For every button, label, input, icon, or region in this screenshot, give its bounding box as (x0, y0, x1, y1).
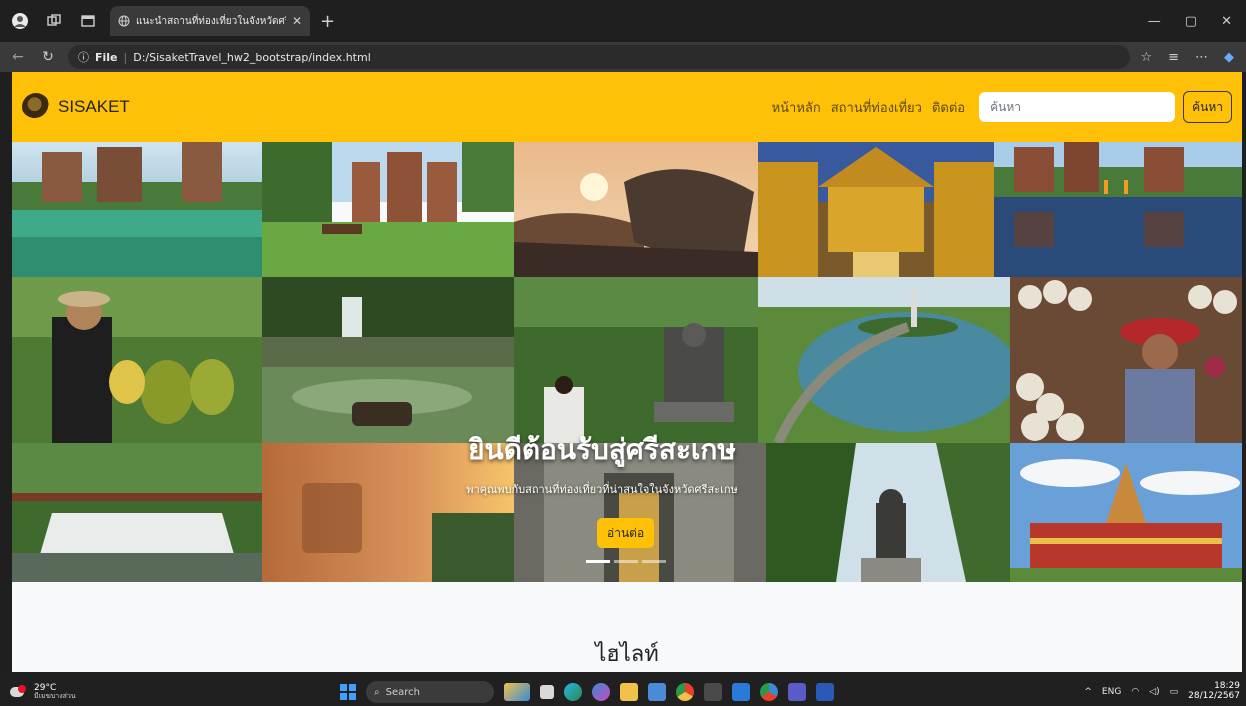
search-input[interactable] (979, 92, 1176, 122)
photo-tile (758, 142, 994, 277)
copilot-icon[interactable]: ◆ (1224, 50, 1234, 65)
wifi-icon[interactable]: ◠ (1131, 687, 1139, 697)
battery-icon[interactable]: ▭ (1170, 687, 1179, 697)
weather-widget[interactable]: 29°C มีเมฆบางส่วน (0, 684, 180, 700)
photo-tile (12, 277, 262, 443)
photo-tile (1010, 277, 1242, 443)
taskbar-search[interactable]: ⌕ Search (366, 681, 494, 703)
weather-icon (10, 685, 28, 699)
restore-icon[interactable]: ▢ (1185, 14, 1197, 29)
brand-logo-icon (22, 93, 50, 121)
word-app-icon[interactable] (816, 683, 834, 701)
address-bar[interactable]: ⓘ File | D:/SisaketTravel_hw2_bootstrap/… (68, 45, 1131, 69)
read-more-button[interactable]: อ่านต่อ (597, 518, 655, 548)
terminal-app-icon[interactable] (704, 683, 722, 701)
windows-start-icon[interactable] (340, 684, 356, 700)
input-language[interactable]: ENG (1102, 687, 1121, 697)
brand-name: SISAKET (58, 97, 130, 116)
globe-icon (118, 15, 130, 27)
search-button[interactable]: ค้นหา (1183, 91, 1232, 123)
chrome-profile-app-icon[interactable] (760, 683, 778, 701)
photo-tile (758, 277, 1010, 443)
nav-link-contact[interactable]: ติดต่อ (932, 97, 965, 118)
photo-tile (262, 277, 514, 443)
edge-app-icon[interactable] (564, 683, 582, 701)
tab-title: แนะนำสถานที่ท่องเที่ยวในจังหวัดศรีสะเกษ (136, 15, 286, 27)
photo-tile (514, 142, 758, 277)
photo-tile (514, 277, 758, 443)
photo-tile (12, 443, 262, 582)
photo-tile (514, 443, 766, 582)
url-separator: | (123, 50, 128, 64)
task-view-icon[interactable] (540, 685, 554, 699)
photo-tile (994, 142, 1242, 277)
store-app-icon[interactable] (648, 683, 666, 701)
photo-tile (766, 443, 1010, 582)
workspaces-icon[interactable] (40, 7, 68, 35)
browser-tab-active[interactable]: แนะนำสถานที่ท่องเที่ยวในจังหวัดศรีสะเกษ … (110, 6, 310, 36)
profile-icon[interactable] (6, 7, 34, 35)
taskbar-search-label: Search (385, 686, 420, 698)
volume-icon[interactable]: ◁) (1149, 687, 1159, 697)
back-icon[interactable]: ← (8, 49, 28, 65)
minimize-icon[interactable]: — (1148, 14, 1161, 29)
chrome-app-icon[interactable] (676, 683, 694, 701)
photo-tile (262, 142, 514, 277)
search-icon: ⌕ (374, 686, 380, 698)
photo-tile (1010, 443, 1242, 582)
site-navbar: SISAKET หน้าหลัก สถานที่ท่องเที่ยว ติดต่… (12, 72, 1242, 142)
close-tab-icon[interactable]: ✕ (292, 14, 302, 28)
system-clock[interactable]: 18:29 28/12/2567 (1188, 681, 1240, 702)
new-tab-icon[interactable]: + (320, 11, 335, 32)
favorite-star-icon[interactable]: ☆ (1140, 50, 1152, 65)
vscode-app-icon[interactable] (732, 683, 750, 701)
hero-carousel: ยินดีต้อนรับสู่ศรีสะเกษ พาคุณพบกับสถานที… (12, 142, 1242, 582)
tray-chevron-icon[interactable]: ^ (1084, 687, 1092, 697)
photo-tile (12, 142, 262, 277)
page-viewport: SISAKET หน้าหลัก สถานที่ท่องเที่ยว ติดต่… (12, 72, 1242, 672)
taskbar: 29°C มีเมฆบางส่วน ⌕ Search ^ ENG ◠ ◁) ▭ … (0, 678, 1246, 706)
url-path: D:/SisaketTravel_hw2_bootstrap/index.htm… (133, 50, 371, 64)
info-icon[interactable]: ⓘ (78, 49, 89, 65)
copilot-app-icon[interactable] (592, 683, 610, 701)
section-heading: ไฮไลท์ (595, 642, 659, 667)
url-scheme: File (95, 50, 118, 64)
widgets-app-icon[interactable] (504, 683, 530, 701)
favorites-list-icon[interactable]: ≡ (1168, 50, 1179, 65)
more-icon[interactable]: ⋯ (1195, 50, 1208, 65)
brand[interactable]: SISAKET (22, 93, 130, 121)
teams-app-icon[interactable] (788, 683, 806, 701)
weather-description: มีเมฆบางส่วน (34, 692, 76, 700)
refresh-icon[interactable]: ↻ (38, 49, 58, 65)
clock-date: 28/12/2567 (1188, 691, 1240, 701)
address-bar-row: ← ↻ ⓘ File | D:/SisaketTravel_hw2_bootst… (0, 42, 1246, 72)
nav-link-attractions[interactable]: สถานที่ท่องเที่ยว (831, 97, 922, 118)
browser-tab-bar: แนะนำสถานที่ท่องเที่ยวในจังหวัดศรีสะเกษ … (0, 0, 1246, 42)
tab-actions-icon[interactable] (74, 7, 102, 35)
photo-tile (262, 443, 514, 582)
file-explorer-icon[interactable] (620, 683, 638, 701)
nav-link-home[interactable]: หน้าหลัก (772, 97, 821, 118)
close-window-icon[interactable]: ✕ (1221, 14, 1232, 29)
